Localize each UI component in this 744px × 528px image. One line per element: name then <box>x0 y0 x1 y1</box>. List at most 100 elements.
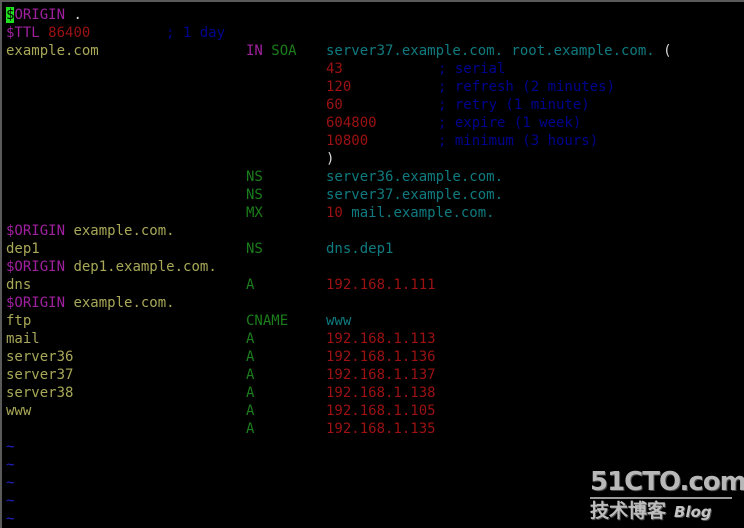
zone-file-token: server36 <box>6 349 74 365</box>
zone-file-line[interactable]: 10800 <box>326 132 368 150</box>
zone-file-line[interactable]: dep1 <box>6 240 40 258</box>
zone-file-token: mail.example.com. <box>351 205 495 221</box>
zone-file-line[interactable]: mail <box>6 330 40 348</box>
zone-file-token: $ORIGIN <box>6 295 66 311</box>
terminal-window: $ORIGIN . $TTL 86400 ; 1 day example.com IN … <box>0 0 744 528</box>
zone-file-line[interactable]: server36.example.com. <box>326 168 503 186</box>
zone-file-line[interactable]: A <box>246 276 254 294</box>
zone-file-token: dns <box>6 277 32 293</box>
zone-file-token: CNAME <box>246 313 289 329</box>
vim-editor-buffer[interactable]: $ORIGIN . $TTL 86400 ; 1 day example.com IN … <box>2 2 744 528</box>
zone-file-token: ; refresh (2 minutes) <box>438 79 616 95</box>
zone-file-token: A <box>246 385 255 401</box>
zone-file-line[interactable]: server36 <box>6 348 73 366</box>
zone-file-line[interactable]: $ORIGIN example.com. <box>6 222 175 240</box>
zone-file-token: 192.168.1.113 <box>326 331 436 347</box>
zone-file-line[interactable]: NS <box>246 240 263 258</box>
zone-file-line[interactable]: 604800 <box>326 114 377 132</box>
zone-file-line[interactable]: www <box>326 312 351 330</box>
zone-file-line[interactable]: NS <box>246 186 263 204</box>
zone-file-line[interactable]: server37.example.com. root.example.com. … <box>326 42 672 60</box>
zone-file-token: $ORIGIN <box>6 259 66 275</box>
zone-file-line[interactable]: A <box>246 366 254 384</box>
zone-file-line[interactable]: 120 <box>326 78 351 96</box>
zone-file-line[interactable]: A <box>246 420 254 438</box>
zone-file-line[interactable]: ; expire (1 week) <box>438 114 581 132</box>
tilde-icon: ~ <box>6 457 15 473</box>
empty-line-marker: ~ <box>6 474 14 492</box>
zone-file-line[interactable]: ; refresh (2 minutes) <box>438 78 615 96</box>
zone-file-line[interactable]: MX <box>246 204 263 222</box>
zone-file-line[interactable]: 60 <box>326 96 343 114</box>
zone-file-token: example.com. <box>73 223 175 239</box>
zone-file-line[interactable]: 43 <box>326 60 343 78</box>
zone-file-token: NS <box>246 187 263 203</box>
zone-file-token <box>40 25 48 41</box>
empty-line-marker: ~ <box>6 492 14 510</box>
zone-file-line[interactable]: ) <box>326 150 334 168</box>
zone-file-line[interactable]: ; 1 day <box>166 24 225 42</box>
zone-file-line[interactable]: server37.example.com. <box>326 186 503 204</box>
zone-file-line[interactable]: 192.168.1.136 <box>326 348 436 366</box>
zone-file-line[interactable]: $TTL 86400 <box>6 24 90 42</box>
zone-file-token: NS <box>246 241 263 257</box>
zone-file-line[interactable]: $ORIGIN dep1.example.com. <box>6 258 217 276</box>
zone-file-token: server37.example.com. <box>326 187 504 203</box>
zone-file-token: ORIGIN <box>14 7 66 23</box>
zone-file-token: MX <box>246 205 263 221</box>
zone-file-token: A <box>246 421 255 437</box>
zone-file-token: 120 <box>326 79 352 95</box>
zone-file-token: 192.168.1.136 <box>326 349 436 365</box>
zone-file-line[interactable]: CNAME <box>246 312 288 330</box>
zone-file-line[interactable]: IN SOA <box>246 42 297 60</box>
zone-file-line[interactable]: ftp <box>6 312 31 330</box>
zone-file-token: dep1.example.com. <box>73 259 217 275</box>
zone-file-line[interactable]: server38 <box>6 384 73 402</box>
zone-file-line[interactable]: 192.168.1.135 <box>326 420 436 438</box>
zone-file-line[interactable]: 192.168.1.137 <box>326 366 436 384</box>
zone-file-line[interactable]: 192.168.1.105 <box>326 402 436 420</box>
zone-file-token: ; 1 day <box>166 25 226 41</box>
zone-file-token: server37.example.com. root.example.com. <box>326 43 655 59</box>
zone-file-token: 192.168.1.137 <box>326 367 436 383</box>
zone-file-token: www <box>326 313 352 329</box>
zone-file-token <box>655 43 663 59</box>
zone-file-token: server36.example.com. <box>326 169 504 185</box>
zone-file-line[interactable]: 192.168.1.113 <box>326 330 436 348</box>
zone-file-line[interactable]: A <box>246 348 254 366</box>
zone-file-token: 192.168.1.135 <box>326 421 436 437</box>
zone-file-line[interactable]: ; retry (1 minute) <box>438 96 590 114</box>
tilde-icon: ~ <box>6 493 15 509</box>
zone-file-line[interactable]: $ORIGIN . <box>6 6 82 24</box>
zone-file-line[interactable]: server37 <box>6 366 73 384</box>
zone-file-token: example.com <box>6 43 99 59</box>
zone-file-line[interactable]: 192.168.1.138 <box>326 384 436 402</box>
zone-file-token: NS <box>246 169 263 185</box>
zone-file-line[interactable]: www <box>6 402 31 420</box>
zone-file-line[interactable]: dns.dep1 <box>326 240 393 258</box>
zone-file-line[interactable]: A <box>246 402 254 420</box>
zone-file-token: A <box>246 277 255 293</box>
zone-file-token: 10800 <box>326 133 369 149</box>
zone-file-token: ; minimum (3 hours) <box>438 133 599 149</box>
zone-file-line[interactable]: dns <box>6 276 31 294</box>
zone-file-token: 192.168.1.138 <box>326 385 436 401</box>
zone-file-token: server37 <box>6 367 74 383</box>
zone-file-token: dep1 <box>6 241 40 257</box>
zone-file-token: www <box>6 403 32 419</box>
zone-file-line[interactable]: ; serial <box>438 60 505 78</box>
zone-file-line[interactable]: ; minimum (3 hours) <box>438 132 598 150</box>
zone-file-token: ; expire (1 week) <box>438 115 582 131</box>
zone-file-token: example.com. <box>73 295 175 311</box>
tilde-icon: ~ <box>6 439 15 455</box>
zone-file-line[interactable]: NS <box>246 168 263 186</box>
zone-file-line[interactable]: 10 mail.example.com. <box>326 204 495 222</box>
zone-file-line[interactable]: $ORIGIN example.com. <box>6 294 175 312</box>
zone-file-line[interactable]: A <box>246 384 254 402</box>
zone-file-line[interactable]: 192.168.1.111 <box>326 276 436 294</box>
zone-file-line[interactable]: A <box>246 330 254 348</box>
empty-line-marker: ~ <box>6 438 14 456</box>
zone-file-token: A <box>246 349 255 365</box>
zone-file-line[interactable]: example.com <box>6 42 99 60</box>
zone-file-token: IN <box>246 43 263 59</box>
